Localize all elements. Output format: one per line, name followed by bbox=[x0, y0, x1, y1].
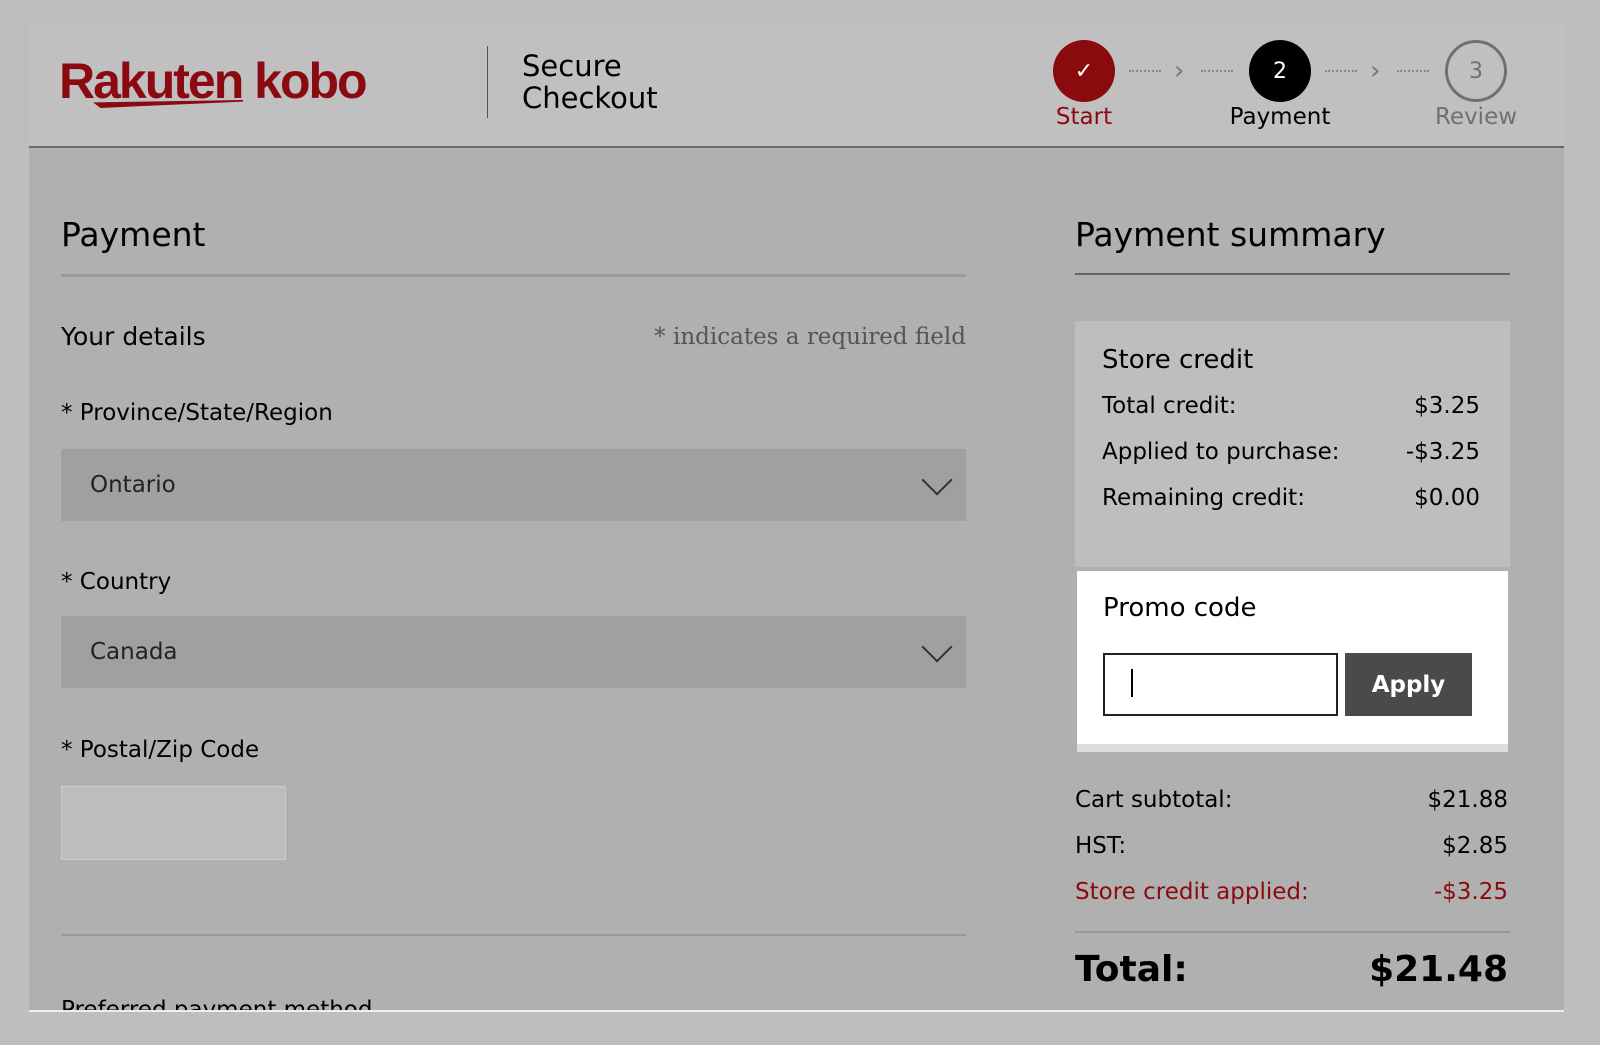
country-value: Canada bbox=[90, 639, 178, 665]
credit-row: Total credit: $3.25 bbox=[1102, 393, 1480, 419]
total-row-value: $21.88 bbox=[1428, 787, 1508, 813]
step-review-label: Review bbox=[1406, 104, 1546, 130]
header-divider bbox=[487, 46, 488, 118]
text-cursor bbox=[1131, 669, 1133, 697]
checkout-header: Rakuten kobo SecureCheckout ✓ Start › 2 … bbox=[29, 22, 1564, 148]
total-row-label: Store credit applied: bbox=[1075, 879, 1309, 905]
credit-row: Remaining credit: $0.00 bbox=[1102, 485, 1480, 511]
credit-row: Applied to purchase: -$3.25 bbox=[1102, 439, 1480, 465]
check-icon: ✓ bbox=[1075, 59, 1093, 84]
apply-button[interactable]: Apply bbox=[1345, 653, 1472, 716]
chevron-down-icon bbox=[921, 631, 952, 662]
step-connector bbox=[1397, 70, 1429, 72]
secure-checkout-title: SecureCheckout bbox=[522, 50, 658, 114]
credit-value: -$3.25 bbox=[1406, 439, 1480, 465]
credit-label: Total credit: bbox=[1102, 393, 1237, 419]
step-connector bbox=[1129, 70, 1161, 72]
step-connector bbox=[1325, 70, 1357, 72]
total-row: Cart subtotal: $21.88 bbox=[1075, 787, 1508, 813]
total-row-value: -$3.25 bbox=[1434, 879, 1508, 905]
next-section-heading: Preferred payment method bbox=[61, 997, 372, 1012]
order-totals: Cart subtotal: $21.88 HST: $2.85 Store cre… bbox=[1075, 787, 1508, 905]
promo-code-title: Promo code bbox=[1103, 593, 1256, 623]
step-start-circle: ✓ bbox=[1053, 40, 1115, 102]
chevron-down-icon bbox=[921, 464, 952, 495]
country-label: * Country bbox=[61, 569, 171, 595]
grand-total: Total: $21.48 bbox=[1075, 949, 1508, 990]
total-label: Total: bbox=[1075, 949, 1188, 990]
divider bbox=[1075, 931, 1510, 933]
province-value: Ontario bbox=[90, 472, 176, 498]
step-connector bbox=[1201, 70, 1233, 72]
total-row-label: HST: bbox=[1075, 833, 1126, 859]
province-select[interactable]: Ontario bbox=[61, 449, 966, 521]
store-credit-title: Store credit bbox=[1102, 345, 1480, 375]
credit-value: $3.25 bbox=[1414, 393, 1480, 419]
your-details-heading: Your details bbox=[61, 322, 206, 351]
divider bbox=[61, 934, 966, 936]
divider bbox=[1075, 273, 1510, 275]
country-select[interactable]: Canada bbox=[61, 616, 966, 688]
store-credit-box: Store credit Total credit: $3.25 Applied … bbox=[1075, 321, 1510, 567]
payment-heading: Payment bbox=[61, 215, 205, 254]
total-row-value: $2.85 bbox=[1442, 833, 1508, 859]
total-row-label: Cart subtotal: bbox=[1075, 787, 1232, 813]
title-line-2: Checkout bbox=[522, 82, 658, 114]
step-payment-circle: 2 bbox=[1249, 40, 1311, 102]
total-row: Store credit applied: -$3.25 bbox=[1075, 879, 1508, 905]
step-payment-label: Payment bbox=[1210, 104, 1350, 130]
postal-label: * Postal/Zip Code bbox=[61, 737, 259, 763]
total-value: $21.48 bbox=[1369, 949, 1508, 990]
promo-code-input[interactable] bbox=[1103, 653, 1338, 716]
payment-summary-heading: Payment summary bbox=[1075, 215, 1386, 254]
credit-label: Remaining credit: bbox=[1102, 485, 1305, 511]
checkout-panel: Rakuten kobo SecureCheckout ✓ Start › 2 … bbox=[29, 22, 1564, 1012]
title-line-1: Secure bbox=[522, 50, 658, 82]
credit-value: $0.00 bbox=[1414, 485, 1480, 511]
divider bbox=[61, 274, 966, 277]
total-row: HST: $2.85 bbox=[1075, 833, 1508, 859]
postal-code-input[interactable] bbox=[61, 786, 286, 860]
chevron-right-icon: › bbox=[1370, 56, 1380, 86]
province-label: * Province/State/Region bbox=[61, 400, 333, 426]
step-review-circle: 3 bbox=[1445, 40, 1507, 102]
credit-label: Applied to purchase: bbox=[1102, 439, 1340, 465]
required-field-note: * indicates a required field bbox=[654, 324, 966, 350]
step-start-label: Start bbox=[1014, 104, 1154, 130]
promo-code-box: Promo code Apply bbox=[1077, 571, 1508, 752]
chevron-right-icon: › bbox=[1174, 56, 1184, 86]
